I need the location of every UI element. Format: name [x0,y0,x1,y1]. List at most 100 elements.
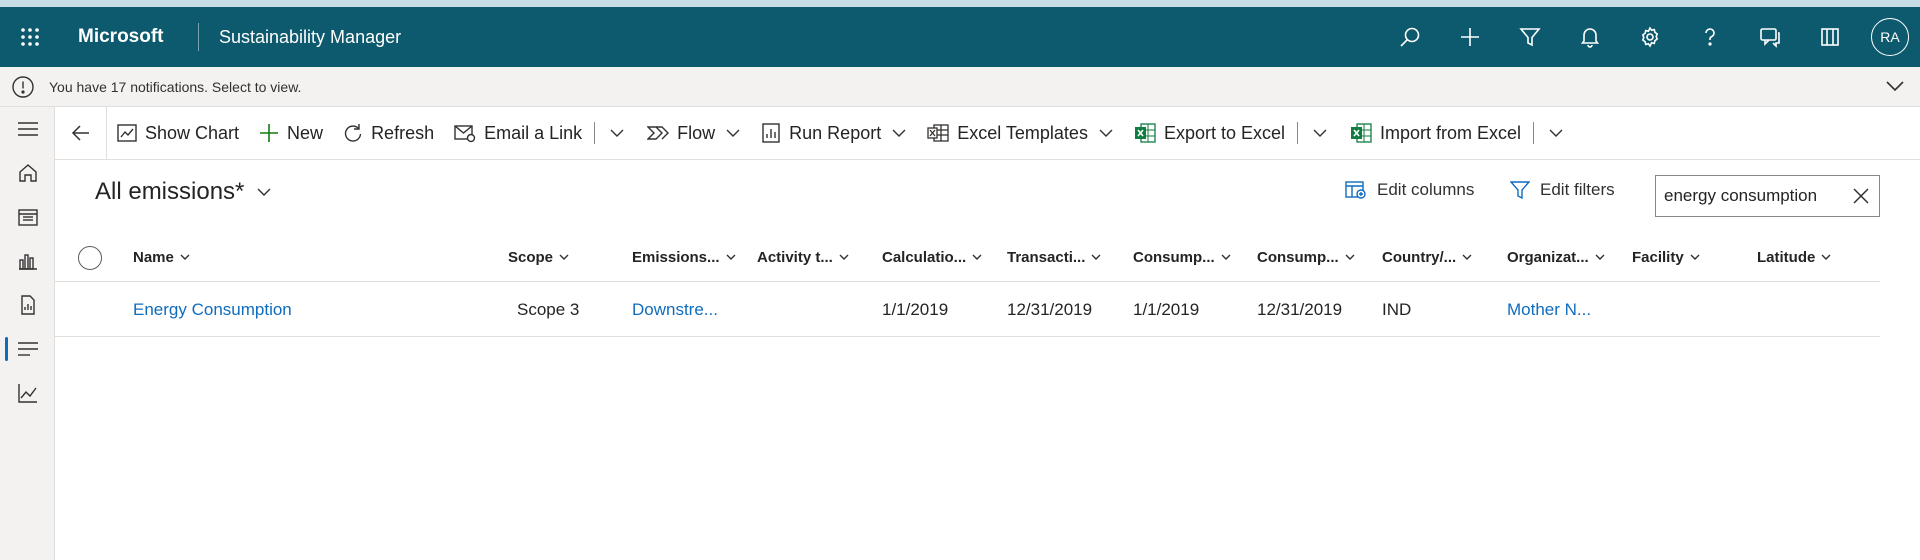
column-label: Organizat... [1507,248,1589,266]
chart-bars-icon [18,254,37,270]
flow-label: Flow [677,122,716,143]
sidebar-item-reports[interactable] [0,283,55,327]
book-icon [1821,28,1839,46]
flow-icon [647,126,670,140]
user-avatar[interactable]: RA [1871,18,1909,56]
cell-name-link[interactable]: Energy Consumption [133,282,292,337]
column-label: Emissions... [632,248,720,266]
new-label: New [287,122,324,143]
search-input[interactable] [1664,186,1844,206]
excel-templates-label: Excel Templates [957,122,1088,143]
emissions-grid: Name Scope Emissions... Activity t... Ca… [55,232,1880,337]
export-excel-button[interactable]: Export to Excel [1124,107,1295,160]
chat-button[interactable] [1740,7,1800,67]
column-header-country[interactable]: Country/... [1382,232,1472,282]
search-button[interactable] [1380,7,1440,67]
chevron-down-icon [1313,129,1327,137]
search-box [1655,175,1880,217]
notifications-button[interactable] [1560,7,1620,67]
home-icon [18,164,37,182]
add-button[interactable] [1440,7,1500,67]
report-icon [762,123,780,143]
column-label: Country/... [1382,248,1457,266]
sidebar-item-analytics[interactable] [0,371,55,415]
search-icon [1400,27,1420,47]
run-report-button[interactable]: Run Report [751,107,917,160]
chevron-down-icon [1549,129,1563,137]
new-button[interactable]: New [249,107,333,160]
column-header-calculation[interactable]: Calculatio... [882,232,982,282]
import-excel-dropdown[interactable] [1538,107,1576,160]
report-icon [20,295,35,315]
cell-calculation: 1/1/2019 [882,299,949,319]
back-button[interactable] [55,106,107,160]
flow-button[interactable]: Flow [637,107,751,160]
column-header-name[interactable]: Name [133,232,190,282]
settings-button[interactable] [1620,7,1680,67]
chat-icon [1760,28,1780,48]
cell-consumption-start: 1/1/2019 [1133,299,1200,319]
chevron-down-icon [1462,254,1472,260]
library-button[interactable] [1800,7,1860,67]
app-title[interactable]: Sustainability Manager [219,27,401,48]
column-header-consumption-end[interactable]: Consump... [1257,232,1355,282]
column-label: Facility [1632,248,1684,266]
chevron-down-icon [1821,254,1831,260]
notification-text[interactable]: You have 17 notifications. Select to vie… [49,79,301,95]
email-link-button[interactable]: Email a Link [444,107,592,160]
cell-transaction: 12/31/2019 [1007,299,1093,319]
sidebar [0,107,55,560]
chevron-down-icon [1221,254,1231,260]
view-selector[interactable]: All emissions* [95,178,272,206]
column-header-organization[interactable]: Organizat... [1507,232,1605,282]
show-chart-button[interactable]: Show Chart [107,107,249,160]
excel-icon [1134,123,1156,143]
more-commands-dropdown[interactable] [599,107,637,160]
cell-consumption-end: 12/31/2019 [1257,299,1343,319]
excel-templates-button[interactable]: Excel Templates [917,107,1124,160]
hamburger-icon [17,122,38,136]
select-all-checkbox[interactable] [78,246,102,270]
sidebar-menu-toggle[interactable] [0,107,55,151]
column-header-emissions[interactable]: Emissions... [632,232,736,282]
refresh-button[interactable]: Refresh [333,107,444,160]
header-divider [198,23,199,51]
column-header-scope[interactable]: Scope [508,232,569,282]
column-label: Consump... [1257,248,1339,266]
column-label: Calculatio... [882,248,967,266]
column-header-latitude[interactable]: Latitude [1757,232,1831,282]
close-icon[interactable] [1851,186,1871,206]
refresh-icon [344,124,362,142]
cell-country: IND [1382,299,1412,319]
gear-icon [1641,26,1659,48]
chevron-down-icon [726,254,736,260]
chart-icon [117,124,137,142]
edit-filters-button[interactable]: Edit filters [1510,180,1615,200]
filter-button[interactable] [1500,7,1560,67]
export-excel-label: Export to Excel [1163,122,1286,143]
show-chart-label: Show Chart [145,122,240,143]
brand-name: Microsoft [78,26,164,47]
help-button[interactable] [1680,7,1740,67]
cell-organization-link[interactable]: Mother N... [1507,282,1591,337]
import-excel-button[interactable]: Import from Excel [1340,107,1531,160]
column-header-transaction[interactable]: Transacti... [1007,232,1101,282]
column-header-facility[interactable]: Facility [1632,232,1700,282]
command-bar: Show Chart New Refresh Email a Link Flow… [55,106,1920,160]
sidebar-item-emissions[interactable] [0,327,55,371]
sidebar-item-calendar[interactable] [0,195,55,239]
sidebar-item-home[interactable] [0,151,55,195]
column-header-activity[interactable]: Activity t... [757,232,849,282]
cell-emissions-link[interactable]: Downstre... [632,282,718,337]
app-launcher-button[interactable] [0,7,60,67]
arrow-left-icon [71,125,89,141]
chevron-down-icon[interactable] [1884,75,1906,97]
waffle-icon [21,28,39,46]
sidebar-item-charts[interactable] [0,239,55,283]
table-row[interactable]: Energy Consumption Scope 3 Downstre... 1… [55,282,1880,337]
info-icon [12,75,34,98]
export-excel-dropdown[interactable] [1302,107,1340,160]
refresh-label: Refresh [371,122,435,143]
edit-columns-button[interactable]: Edit columns [1345,180,1474,200]
column-header-consumption-start[interactable]: Consump... [1133,232,1231,282]
